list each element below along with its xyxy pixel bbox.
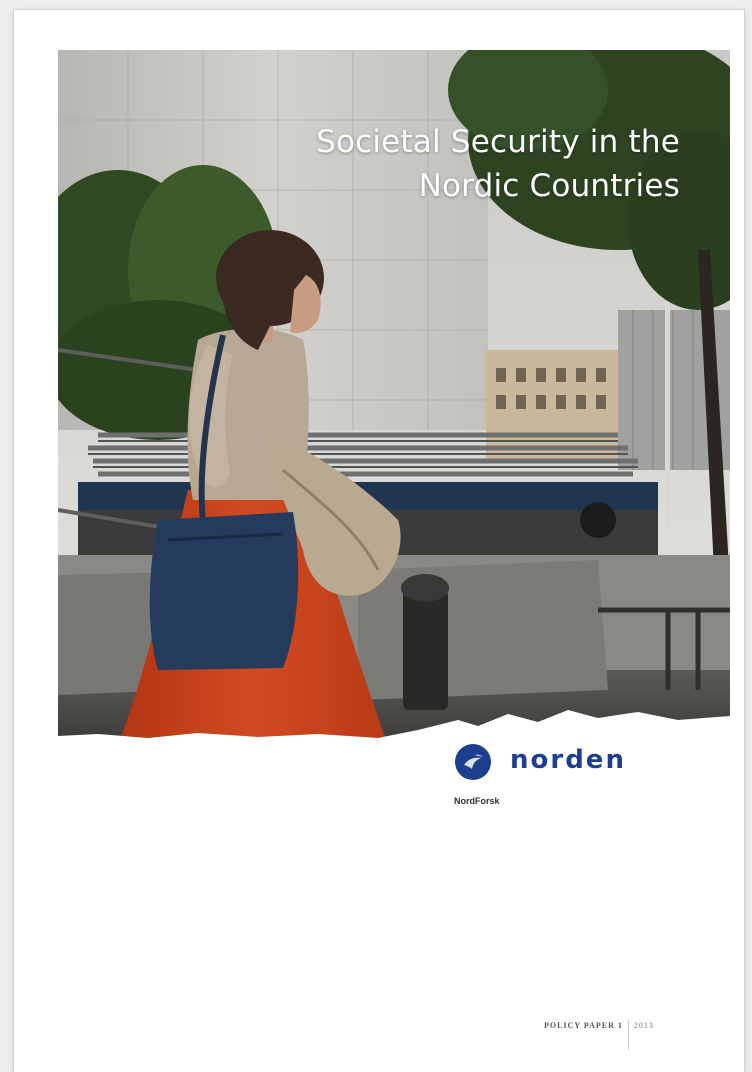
- norden-globe-icon: [455, 744, 491, 780]
- norden-logo: norden: [454, 743, 654, 783]
- cover-title-line-2: Nordic Countries: [418, 168, 680, 204]
- publication-year: 2013: [633, 1020, 654, 1030]
- footer-divider: [627, 1020, 629, 1050]
- cover-photo: Societal Security in the Nordic Countrie…: [58, 50, 730, 746]
- series-label: POLICY PAPER 1: [544, 1020, 623, 1030]
- series-footer: POLICY PAPER 1 2013: [544, 1010, 654, 1050]
- publisher-unit: NordForsk: [454, 796, 500, 806]
- cover-title: Societal Security in the Nordic Countrie…: [316, 120, 680, 208]
- cover-title-line-1: Societal Security in the: [316, 124, 680, 160]
- report-cover-page: Societal Security in the Nordic Countrie…: [14, 10, 744, 1072]
- norden-logo-wordmark: norden: [510, 745, 626, 775]
